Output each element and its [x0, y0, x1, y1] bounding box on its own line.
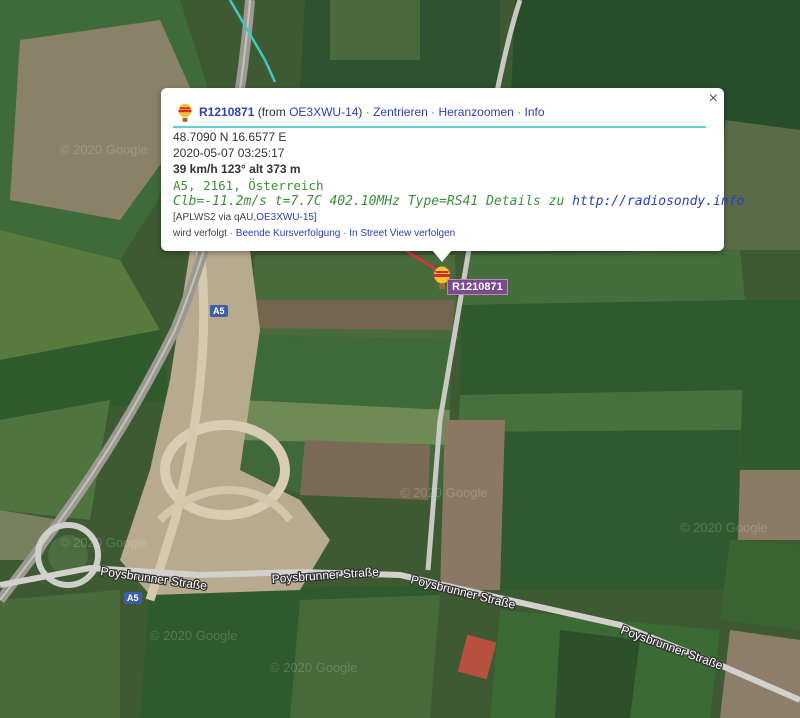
marker-label[interactable]: R1210871	[447, 279, 508, 295]
comment-text: Clb=-11.2m/s t=7.7C 402.10MHz Type=RS41 …	[173, 194, 573, 209]
zoom-in-link[interactable]: Heranzoomen	[438, 105, 513, 119]
popup-header: R1210871 (from OE3XWU-14) · Zentrieren ·…	[177, 103, 545, 123]
separator: ·	[513, 105, 525, 120]
map-watermark: © 2020 Google	[150, 628, 238, 643]
path-info: [APLWS2 via qAU,OE3XWU-15]	[173, 212, 317, 223]
street-view-follow-link[interactable]: In Street View verfolgen	[349, 228, 455, 239]
center-link[interactable]: Zentrieren	[373, 105, 428, 119]
highway-shield: A5	[124, 592, 142, 604]
radiosondy-link[interactable]: http://radiosondy.info	[572, 194, 744, 209]
balloon-icon	[177, 103, 193, 123]
address: A5, 2161, Österreich	[173, 178, 324, 193]
tracking-status: wird verfolgt	[173, 228, 227, 239]
path-station-link[interactable]: OE3XWU-15	[256, 212, 314, 223]
stop-tracking-link[interactable]: Beende Kursverfolgung	[236, 228, 341, 239]
popup-tail	[432, 250, 452, 262]
map-watermark: © 2020 Google	[60, 535, 148, 550]
path-prefix: [APLWS2 via qAU,	[173, 212, 257, 223]
separator: ·	[362, 105, 374, 120]
from-prefix: (from	[254, 105, 290, 120]
separator: ·	[427, 105, 439, 120]
map-watermark: © 2020 Google	[400, 485, 488, 500]
info-popup: × R1210871 (from OE3XWU-14) · Zentrieren…	[161, 88, 744, 251]
map-watermark: © 2020 Google	[60, 142, 148, 157]
map-watermark: © 2020 Google	[680, 520, 768, 535]
tracking-row: wird verfolgt · Beende Kursverfolgung · …	[173, 228, 455, 239]
map-watermark: © 2020 Google	[270, 660, 358, 675]
callsign-link[interactable]: R1210871	[199, 105, 254, 119]
info-link[interactable]: Info	[525, 105, 545, 119]
timestamp: 2020-05-07 03:25:17	[173, 146, 285, 160]
from-station-link[interactable]: OE3XWU-14	[289, 105, 358, 119]
comment: Clb=-11.2m/s t=7.7C 402.10MHz Type=RS41 …	[173, 194, 744, 209]
coordinates: 48.7090 N 16.6577 E	[173, 130, 287, 144]
highway-shield: A5	[210, 305, 228, 317]
header-divider	[173, 126, 706, 128]
close-icon[interactable]: ×	[709, 90, 718, 108]
separator: ·	[340, 228, 350, 239]
path-suffix: ]	[313, 212, 317, 223]
speed-course-altitude: 39 km/h 123° alt 373 m	[173, 162, 301, 176]
separator: ·	[226, 228, 236, 239]
